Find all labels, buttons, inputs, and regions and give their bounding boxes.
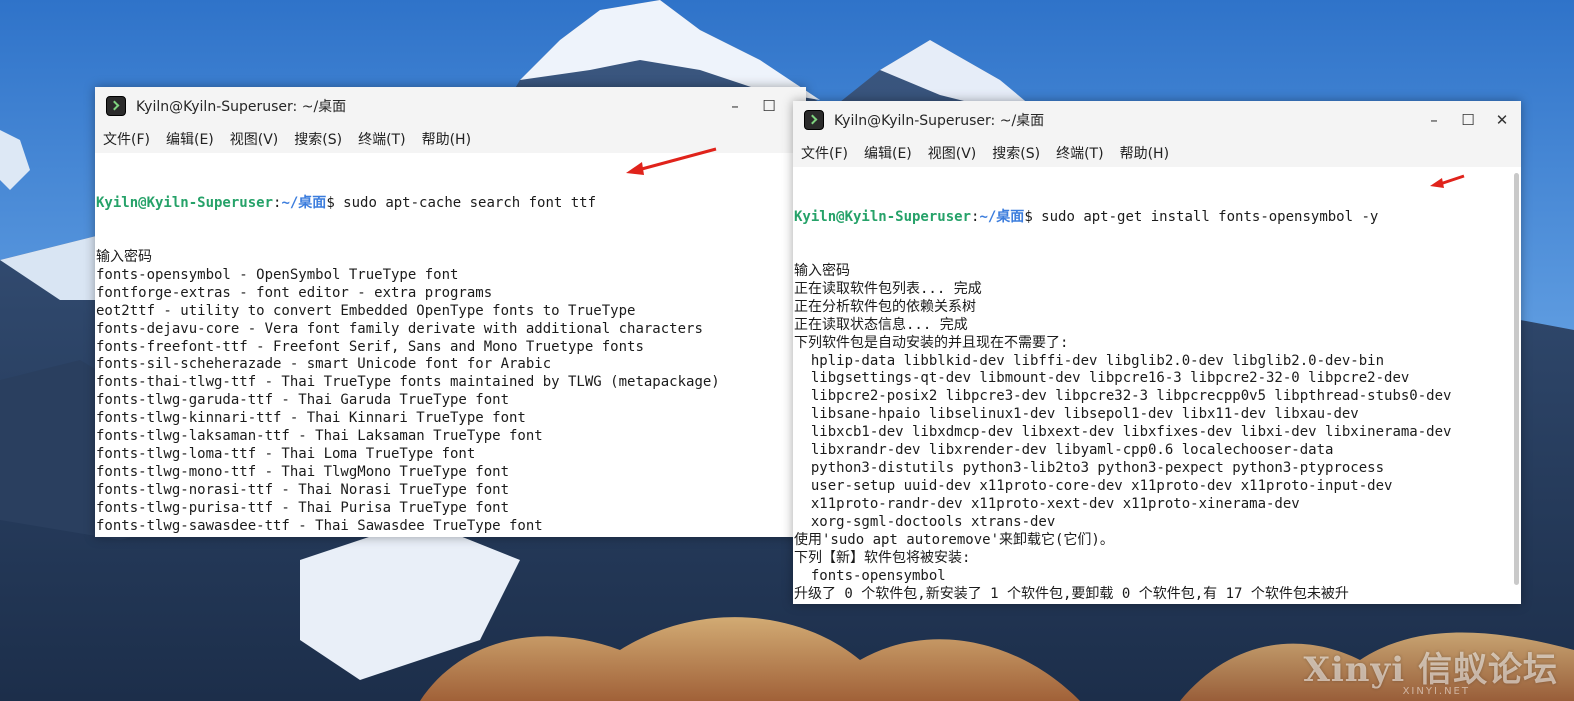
terminal-line: x11proto-randr-dev x11proto-xext-dev x11…: [794, 496, 1300, 513]
terminal-line: xorg-sgml-doctools xtrans-dev: [794, 514, 1056, 531]
terminal-line: 正在读取状态信息... 完成: [794, 316, 968, 333]
terminal-line: fonts-opensymbol: [794, 567, 946, 584]
menu-view[interactable]: 视图(V): [230, 129, 279, 149]
maximize-button[interactable]: ☐: [1451, 101, 1485, 139]
menu-terminal[interactable]: 终端(T): [358, 129, 405, 149]
prompt-path: ~/桌面: [281, 194, 327, 211]
terminal-line: fonts-thai-tlwg-ttf - Thai TrueType font…: [96, 374, 720, 391]
menu-file[interactable]: 文件(F): [801, 143, 848, 163]
terminal-line: fonts-tlwg-loma-ttf - Thai Loma TrueType…: [96, 446, 476, 463]
terminal-line: libsane-hpaio libselinux1-dev libsepol1-…: [794, 406, 1359, 423]
menu-terminal[interactable]: 终端(T): [1056, 143, 1103, 163]
terminal-line: eot2ttf - utility to convert Embedded Op…: [96, 302, 636, 319]
menu-bar: 文件(F) 编辑(E) 视图(V) 搜索(S) 终端(T) 帮助(H): [793, 139, 1521, 167]
terminal-line: libpcre2-posix2 libpcre3-dev libpcre32-3…: [794, 388, 1452, 405]
annotation-arrow-right: [1430, 174, 1465, 188]
terminal-line: fonts-dejavu-core - Vera font family der…: [96, 320, 703, 337]
terminal-line: fonts-opensymbol - OpenSymbol TrueType f…: [96, 266, 459, 283]
terminal-line: 下列【新】软件包将被安装:: [794, 550, 971, 567]
terminal-line: 升级了 0 个软件包,新安装了 1 个软件包,要卸载 0 个软件包,有 17 个…: [794, 585, 1349, 602]
prompt-user: Kyiln@Kyiln-Superuser: [96, 194, 274, 211]
command-text: $ sudo apt-cache search font ttf: [326, 194, 597, 211]
terminal-line: hplip-data libblkid-dev libffi-dev libgl…: [794, 352, 1385, 369]
watermark-subtext: XINYI.NET: [1402, 686, 1470, 697]
menu-view[interactable]: 视图(V): [928, 143, 977, 163]
terminal-line: fonts-sil-scheherazade - smart Unicode f…: [96, 356, 552, 373]
scrollbar[interactable]: [1514, 173, 1519, 585]
window-titlebar[interactable]: Kyiln@Kyiln-Superuser: ~/桌面 – ☐ ✕: [793, 101, 1521, 139]
terminal-icon: [804, 110, 824, 130]
terminal-output[interactable]: Kyiln@Kyiln-Superuser:~/桌面$ sudo apt-get…: [793, 167, 1521, 604]
menu-edit[interactable]: 编辑(E): [864, 143, 912, 163]
minimize-button[interactable]: –: [1417, 101, 1451, 139]
window-title: Kyiln@Kyiln-Superuser: ~/桌面: [136, 99, 347, 115]
menu-file[interactable]: 文件(F): [103, 129, 150, 149]
menu-edit[interactable]: 编辑(E): [166, 129, 214, 149]
prompt-user: Kyiln@Kyiln-Superuser: [794, 208, 972, 225]
terminal-icon: [106, 96, 126, 116]
window-titlebar[interactable]: Kyiln@Kyiln-Superuser: ~/桌面 – ☐ ✕: [95, 87, 806, 125]
minimize-button[interactable]: –: [718, 87, 752, 125]
terminal-line: libgsettings-qt-dev libmount-dev libpcre…: [794, 370, 1410, 387]
terminal-line: 输入密码: [96, 248, 152, 265]
terminal-window-right[interactable]: Kyiln@Kyiln-Superuser: ~/桌面 – ☐ ✕ 文件(F) …: [793, 101, 1521, 604]
terminal-line: fonts-freefont-ttf - Freefont Serif, San…: [96, 338, 644, 355]
terminal-line: 正在分析软件包的依赖关系树: [794, 298, 976, 315]
menu-search[interactable]: 搜索(S): [294, 129, 342, 149]
terminal-line: 正在读取软件包列表... 完成: [794, 280, 982, 297]
command-text: $ sudo apt-get install fonts-opensymbol …: [1024, 208, 1379, 225]
terminal-line: 输入密码: [794, 262, 850, 279]
menu-search[interactable]: 搜索(S): [992, 143, 1040, 163]
terminal-line: user-setup uuid-dev x11proto-core-dev x1…: [794, 478, 1393, 495]
terminal-line: fonts-tlwg-purisa-ttf - Thai Purisa True…: [96, 500, 510, 517]
terminal-line: python3-distutils python3-lib2to3 python…: [794, 460, 1385, 477]
terminal-line: libxcb1-dev libxdmcp-dev libxext-dev lib…: [794, 424, 1452, 441]
terminal-line: fonts-tlwg-norasi-ttf - Thai Norasi True…: [96, 482, 510, 499]
terminal-line: fontforge-extras - font editor - extra p…: [96, 284, 493, 301]
prompt-line: Kyiln@Kyiln-Superuser:~/桌面$ sudo apt-get…: [794, 209, 1521, 227]
terminal-line: fonts-tlwg-laksaman-ttf - Thai Laksaman …: [96, 428, 543, 445]
terminal-line: fonts-tlwg-kinnari-ttf - Thai Kinnari Tr…: [96, 410, 526, 427]
terminal-output[interactable]: Kyiln@Kyiln-Superuser:~/桌面$ sudo apt-cac…: [95, 153, 806, 535]
window-title: Kyiln@Kyiln-Superuser: ~/桌面: [834, 113, 1045, 129]
close-button[interactable]: ✕: [1485, 101, 1519, 139]
watermark-logo: Xinyi 信蚁论坛: [1303, 650, 1558, 690]
terminal-line: libxrandr-dev libxrender-dev libyaml-cpp…: [794, 442, 1334, 459]
menu-help[interactable]: 帮助(H): [422, 129, 471, 149]
terminal-line: fonts-tlwg-garuda-ttf - Thai Garuda True…: [96, 392, 510, 409]
maximize-button[interactable]: ☐: [752, 87, 786, 125]
prompt-path: ~/桌面: [979, 208, 1025, 225]
prompt-line: Kyiln@Kyiln-Superuser:~/桌面$ sudo apt-cac…: [96, 195, 806, 213]
terminal-line: 下列软件包是自动安装的并且现在不需要了:: [794, 334, 1069, 351]
annotation-arrow-left: [626, 147, 717, 175]
terminal-line: fonts-tlwg-sawasdee-ttf - Thai Sawasdee …: [96, 518, 543, 535]
terminal-line: fonts-tlwg-mono-ttf - Thai TlwgMono True…: [96, 464, 510, 481]
terminal-line: 使用'sudo apt autoremove'来卸载它(它们)。: [794, 532, 1114, 549]
menu-help[interactable]: 帮助(H): [1120, 143, 1169, 163]
